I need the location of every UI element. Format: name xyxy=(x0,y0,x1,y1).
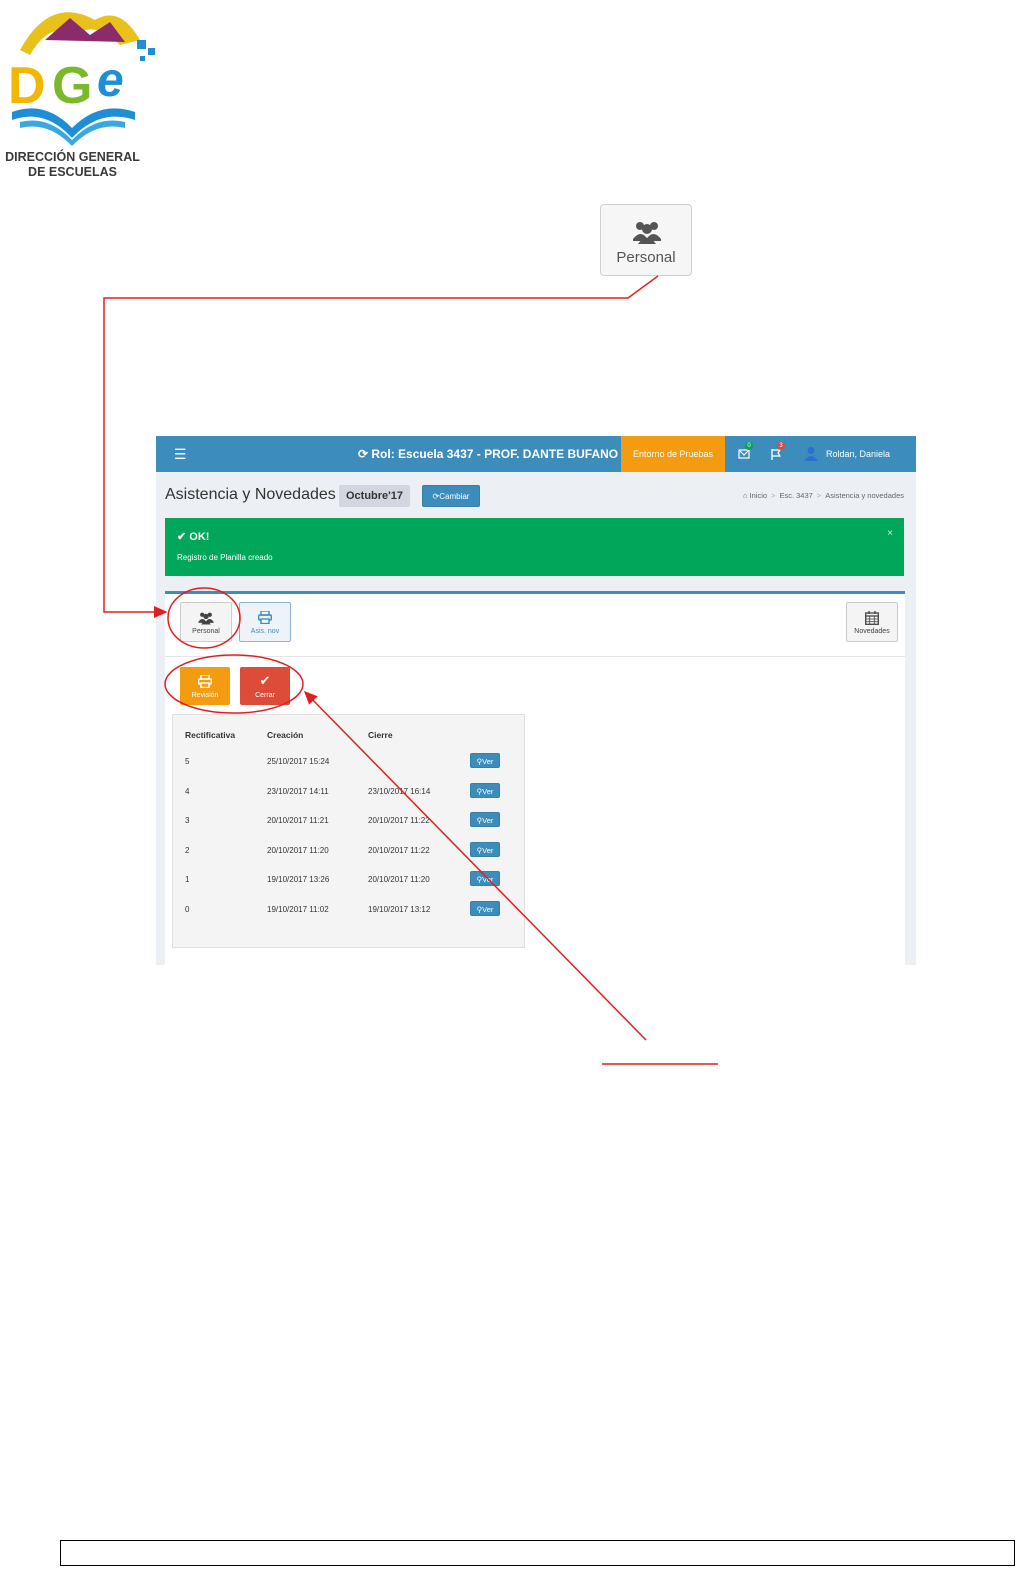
annotation-circle-personal xyxy=(167,587,241,649)
annotation-arrow-personal xyxy=(103,275,659,618)
annotation-circle-actions xyxy=(164,654,304,714)
annotation-layer xyxy=(103,275,718,1065)
annotation-arrow-actions xyxy=(303,690,647,1041)
footer-box xyxy=(60,1540,1015,1566)
